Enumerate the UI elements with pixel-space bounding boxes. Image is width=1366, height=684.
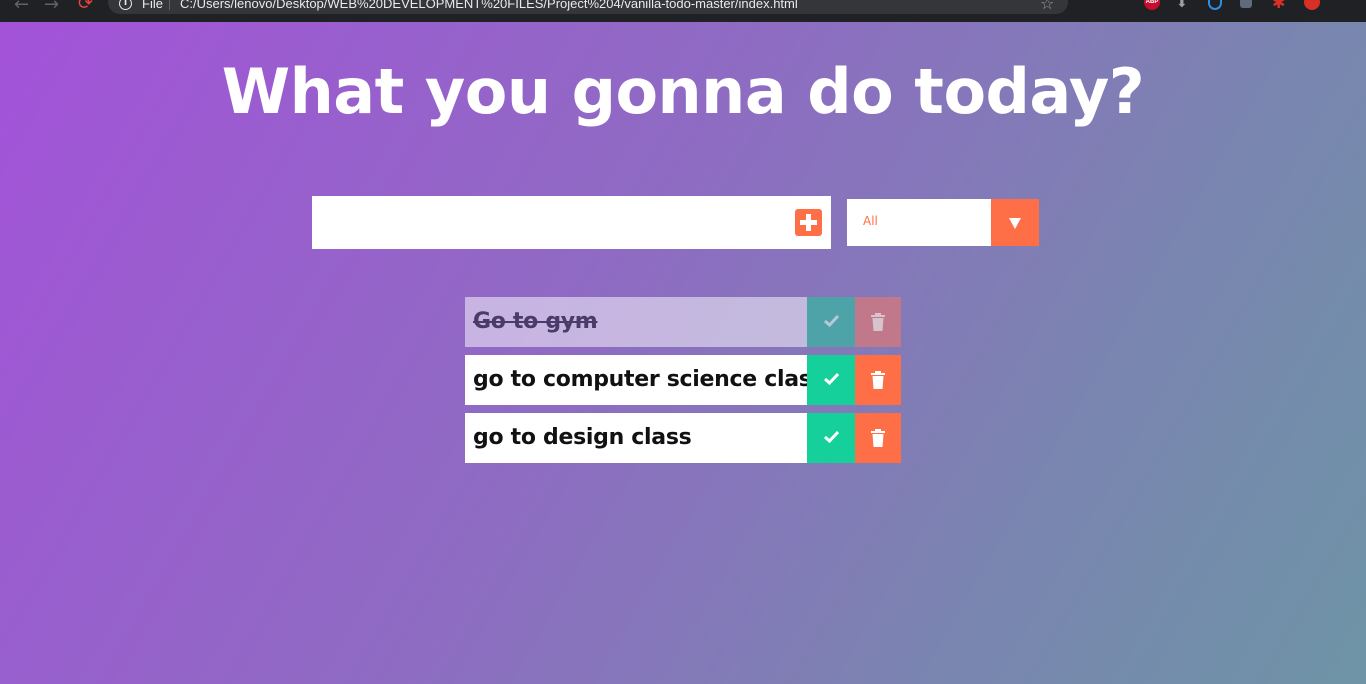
- check-icon: [824, 430, 840, 444]
- scheme-label: File: [142, 0, 163, 11]
- todo-list: Go to gym go to computer science class g…: [465, 297, 901, 471]
- todo-input[interactable]: [312, 196, 831, 249]
- reload-icon[interactable]: ⟳: [78, 0, 93, 14]
- abp-icon[interactable]: ABP: [1144, 0, 1160, 10]
- filter-selected-value: All: [863, 214, 878, 228]
- chevron-down-icon: [1009, 218, 1021, 229]
- complete-button[interactable]: [807, 297, 855, 347]
- profile-icon[interactable]: [1304, 0, 1320, 10]
- url-text[interactable]: C:/Users/lenovo/Desktop/WEB%20DEVELOPMEN…: [180, 0, 798, 11]
- todo-text: go to computer science class: [473, 367, 825, 392]
- browser-toolbar: ← → ⟳ i File C:/Users/lenovo/Desktop/WEB…: [0, 0, 1366, 22]
- puzzle-icon[interactable]: ✱: [1272, 0, 1288, 12]
- todo-text: go to design class: [473, 425, 692, 450]
- back-arrow-icon[interactable]: ←: [14, 0, 29, 15]
- filter-select[interactable]: All: [847, 199, 1039, 246]
- todo-item: go to computer science class: [465, 355, 901, 405]
- add-todo-button[interactable]: [795, 209, 822, 236]
- complete-button[interactable]: [807, 413, 855, 463]
- download-icon[interactable]: ⬇: [1176, 0, 1192, 11]
- todo-text: Go to gym: [473, 309, 598, 334]
- shield-icon[interactable]: [1208, 0, 1222, 10]
- trash-icon: [871, 429, 885, 447]
- plus-icon-bar: [800, 220, 817, 225]
- trash-icon: [871, 371, 885, 389]
- extension-icon[interactable]: [1240, 0, 1252, 8]
- delete-button[interactable]: [855, 355, 901, 405]
- filter-dropdown-button[interactable]: [991, 199, 1039, 246]
- delete-button[interactable]: [855, 297, 901, 347]
- page-title: What you gonna do today?: [221, 55, 1145, 128]
- delete-button[interactable]: [855, 413, 901, 463]
- divider: [169, 0, 170, 10]
- todo-item: Go to gym: [465, 297, 901, 347]
- check-icon: [824, 314, 840, 328]
- trash-icon: [871, 313, 885, 331]
- todo-item: go to design class: [465, 413, 901, 463]
- check-icon: [824, 372, 840, 386]
- bookmark-star-icon[interactable]: ☆: [1040, 0, 1054, 13]
- forward-arrow-icon[interactable]: →: [44, 0, 59, 15]
- complete-button[interactable]: [807, 355, 855, 405]
